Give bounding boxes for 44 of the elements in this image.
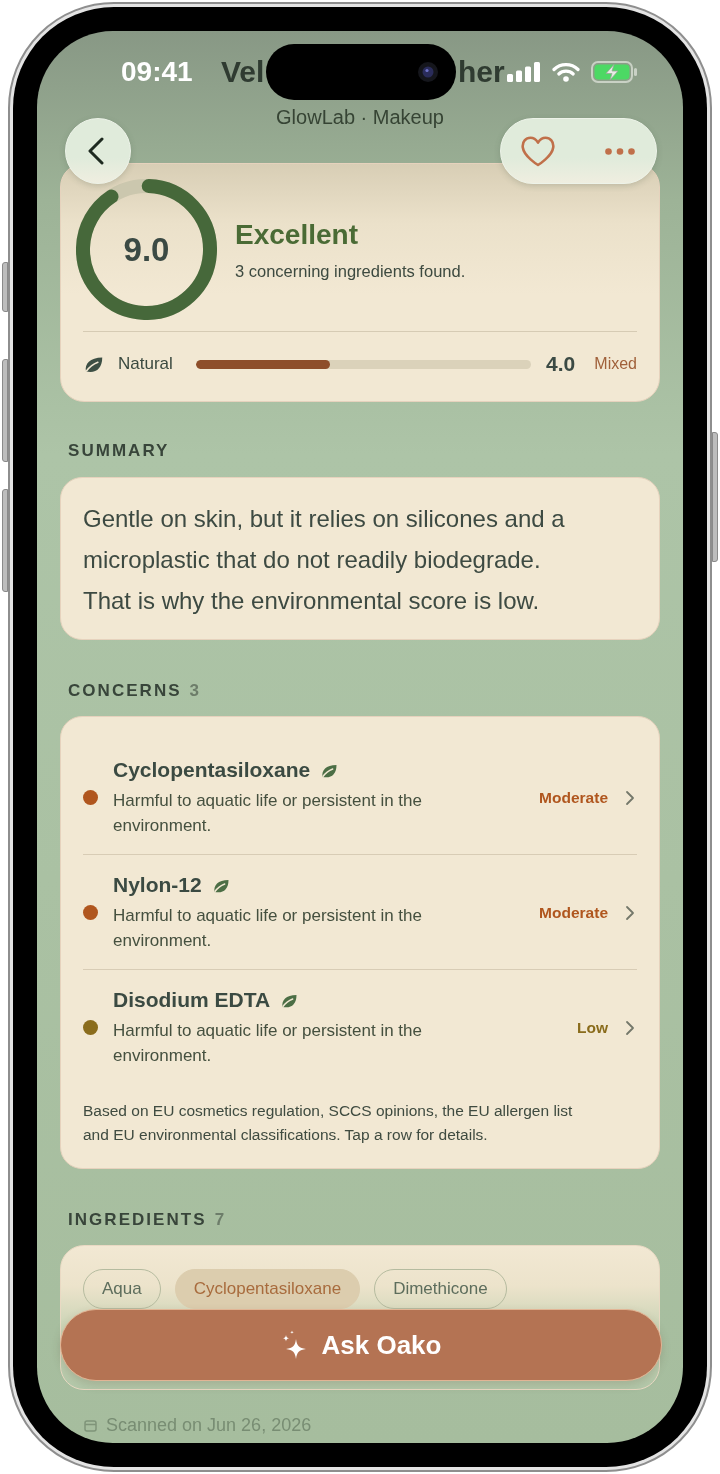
concern-name: Nylon-12: [113, 872, 202, 898]
wifi-icon: [551, 62, 580, 82]
natural-score-value: 4.0: [546, 351, 576, 377]
leaf-icon: [83, 355, 104, 373]
concern-description: Harmful to aquatic life or persistent in the environment.: [113, 905, 423, 952]
product-subtitle: GlowLab · Makeup: [276, 105, 444, 129]
natural-score-rating: Mixed: [594, 354, 637, 374]
chevron-right-icon[interactable]: [625, 904, 635, 921]
chevron-right-icon[interactable]: [625, 1019, 635, 1036]
page-title: her: [458, 54, 505, 90]
back-button[interactable]: [65, 118, 131, 184]
signal-icon: [506, 62, 540, 82]
concerns-note: Based on EU cosmetics regulation, SCCS opinions, the EU allergen list and EU environmental classifications. Tap a row for details.: [83, 1101, 573, 1145]
section-count: 3: [189, 681, 200, 701]
section-heading: SUMMARY: [68, 441, 170, 461]
more-icon[interactable]: [605, 147, 635, 155]
ask-button[interactable]: Ask Oako: [60, 1309, 662, 1381]
severity-label: Low: [577, 1017, 608, 1038]
battery-charging-icon: [590, 61, 638, 83]
section-heading: CONCERNS: [68, 681, 182, 701]
concern-description: Harmful to aquatic life or persistent in the environment.: [113, 1020, 423, 1067]
severity-label: Moderate: [539, 902, 608, 923]
section-heading: INGREDIENTS: [68, 1210, 207, 1230]
calendar-icon: [84, 1418, 97, 1432]
score-rating: Excellent: [235, 217, 358, 252]
summary-text: Gentle on skin, but it relies on silicones and a microplastic that do not readily biodegrade. That is why the environmental score is low.: [83, 504, 566, 616]
natural-label: Natural: [118, 353, 173, 375]
leaf-icon: [280, 992, 299, 1008]
leaf-icon: [211, 877, 230, 893]
page-title: Vel: [221, 54, 265, 90]
concern-description: Harmful to aquatic life or persistent in the environment.: [113, 790, 423, 837]
chevron-left-icon: [88, 137, 104, 165]
score-note: 3 concerning ingredients found.: [235, 260, 466, 282]
ingredient-chip[interactable]: Cyclopentasiloxane: [174, 1269, 361, 1309]
heart-icon[interactable]: [521, 135, 555, 167]
section-count: 7: [214, 1210, 225, 1230]
severity-label: Moderate: [539, 787, 608, 808]
concern-name: Disodium EDTA: [113, 987, 271, 1013]
chevron-right-icon[interactable]: [625, 789, 635, 806]
concern-name: Cyclopentasiloxane: [113, 757, 311, 783]
status-time: 09:41: [121, 55, 193, 89]
leaf-icon: [320, 762, 339, 778]
score-value: 9.0: [123, 230, 170, 269]
camera-lens-icon: [418, 62, 438, 82]
